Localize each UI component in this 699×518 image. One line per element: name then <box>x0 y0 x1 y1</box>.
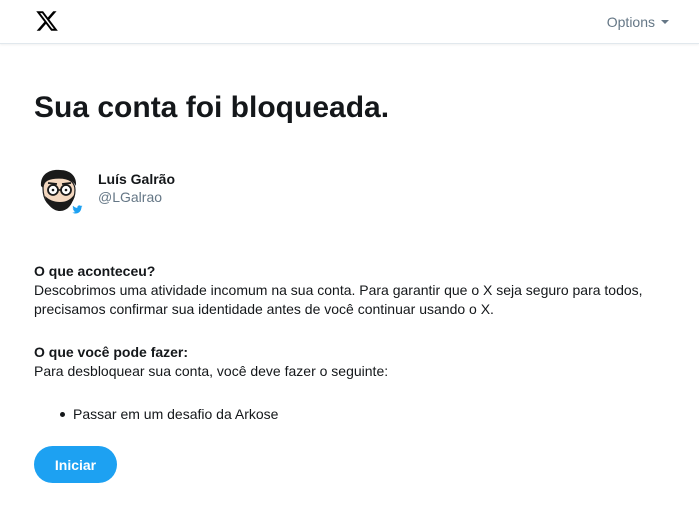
profile-text: Luís Galrão @LGalrao <box>98 166 175 206</box>
bullet-icon <box>60 412 65 417</box>
page-title: Sua conta foi bloqueada. <box>34 91 390 124</box>
avatar <box>34 166 84 216</box>
what-happened-body: Descobrimos uma atividade incomum na sua… <box>34 282 643 317</box>
steps-list: Passar em um desafio da Arkose <box>56 405 278 424</box>
what-happened-section: O que aconteceu? Descobrimos uma ativida… <box>34 262 674 319</box>
profile-handle: @LGalrao <box>98 189 163 205</box>
what-to-do-section: O que você pode fazer: Para desbloquear … <box>34 343 674 381</box>
options-label: Options <box>606 14 655 30</box>
caret-down-icon <box>661 20 669 24</box>
list-item: Passar em um desafio da Arkose <box>56 405 278 424</box>
what-to-do-body: Para desbloquear sua conta, você deve fa… <box>34 363 389 379</box>
profile-name: Luís Galrão <box>98 171 176 187</box>
twitter-bird-icon <box>70 202 84 216</box>
x-logo-icon[interactable] <box>35 9 59 33</box>
what-happened-heading: O que aconteceu? <box>34 263 156 279</box>
start-button[interactable]: Iniciar <box>34 446 117 483</box>
profile-card: Luís Galrão @LGalrao <box>34 166 175 216</box>
options-menu[interactable]: Options <box>607 14 669 30</box>
top-bar: Options <box>0 0 699 44</box>
step-label: Passar em um desafio da Arkose <box>73 406 279 422</box>
what-to-do-heading: O que você pode fazer: <box>34 344 189 360</box>
